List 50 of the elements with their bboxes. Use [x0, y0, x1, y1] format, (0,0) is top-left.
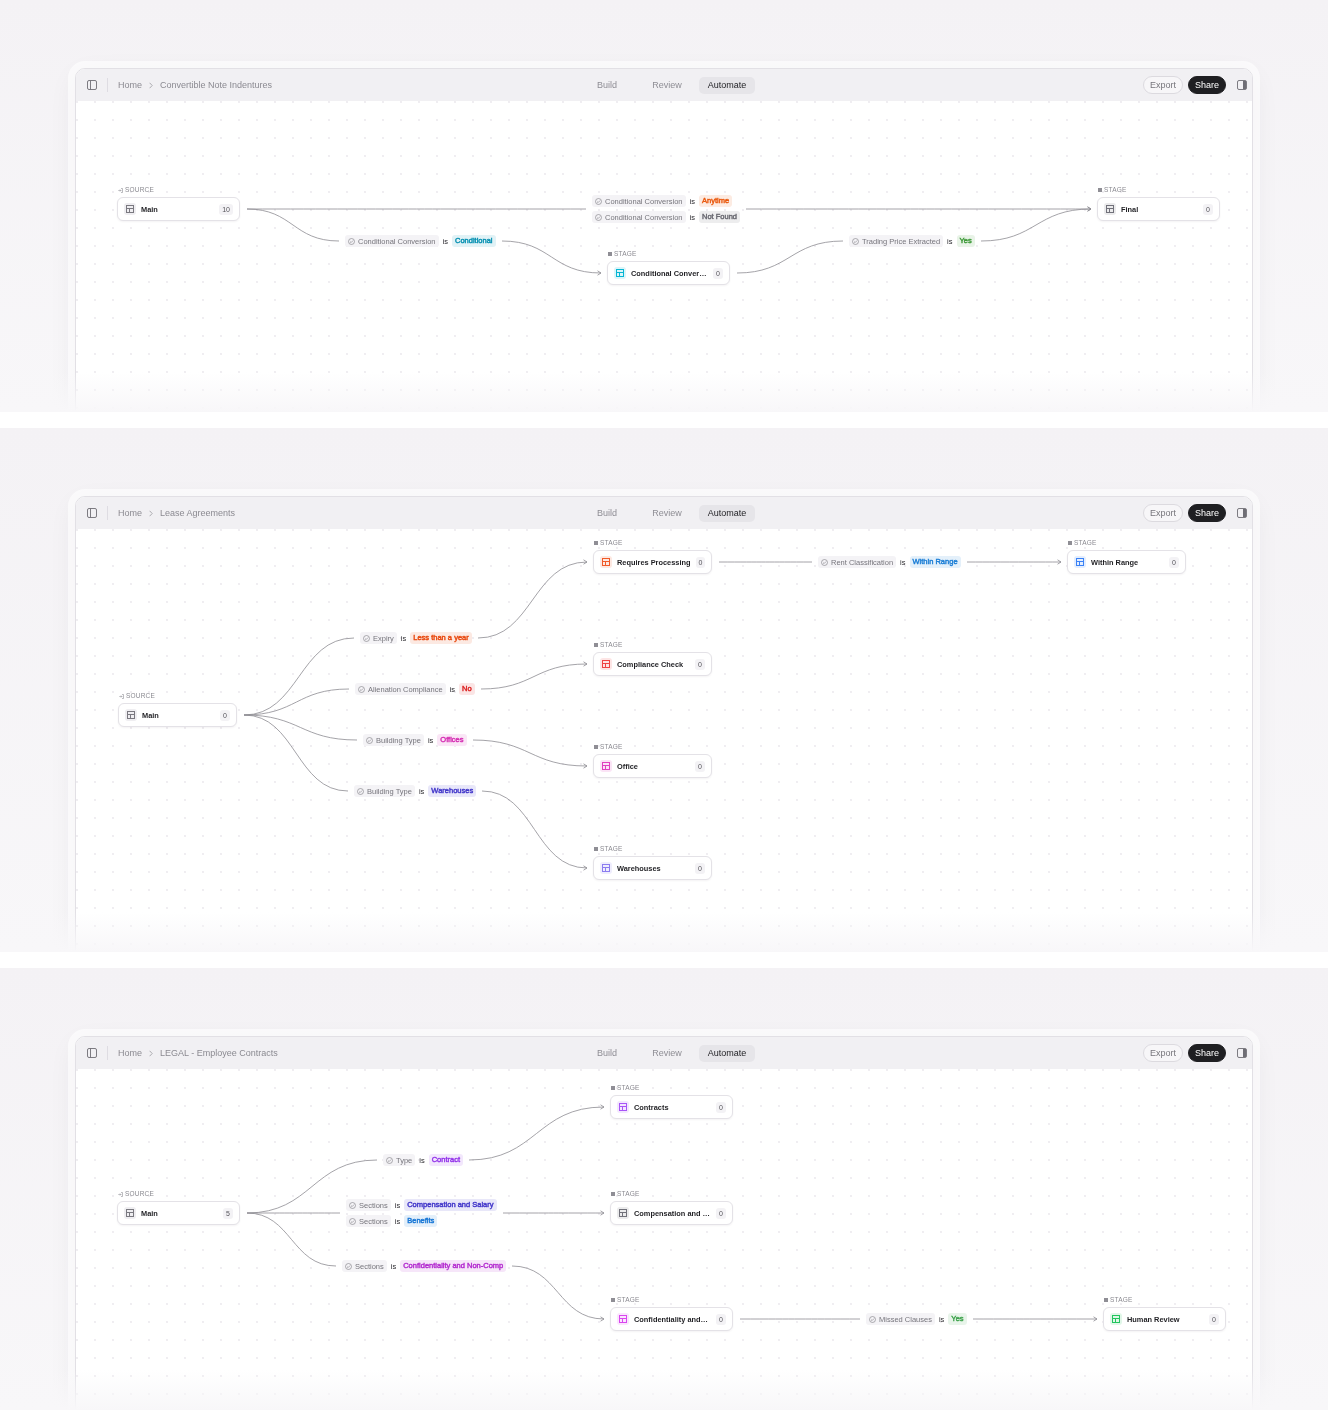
- tab[interactable]: Review: [639, 76, 695, 94]
- tab[interactable]: Automate: [699, 1044, 755, 1062]
- breadcrumb-link[interactable]: Home: [118, 80, 142, 90]
- tab[interactable]: Automate: [699, 504, 755, 522]
- enter-icon: [119, 693, 124, 699]
- export-button[interactable]: Export: [1142, 1044, 1183, 1062]
- enter-icon: [118, 1191, 123, 1197]
- chevron-right-icon: [149, 509, 153, 517]
- breadcrumb-link[interactable]: Home: [118, 1048, 142, 1058]
- check-circle-icon: [852, 237, 859, 245]
- table-icon: [124, 1207, 136, 1219]
- share-button[interactable]: Share: [1187, 76, 1226, 94]
- tab[interactable]: Review: [639, 1044, 695, 1062]
- tab[interactable]: Build: [579, 504, 635, 522]
- check-circle-icon: [595, 213, 602, 221]
- sidebar-toggle-icon[interactable]: [87, 1048, 97, 1058]
- sidebar-toggle-icon[interactable]: [87, 80, 97, 90]
- check-circle-icon: [345, 1262, 352, 1270]
- sidebar-toggle-icon[interactable]: [87, 508, 97, 518]
- tab[interactable]: Automate: [699, 76, 755, 94]
- export-button[interactable]: Export: [1142, 76, 1183, 94]
- check-circle-icon: [349, 1201, 356, 1209]
- check-circle-icon: [869, 1315, 876, 1323]
- check-circle-icon: [349, 1217, 356, 1225]
- breadcrumb-current: Lease Agreements: [160, 508, 236, 518]
- share-button[interactable]: Share: [1187, 504, 1226, 522]
- check-circle-icon: [363, 634, 370, 642]
- check-circle-icon: [821, 558, 828, 566]
- export-button[interactable]: Export: [1142, 504, 1183, 522]
- sidebar-right-icon[interactable]: [1237, 80, 1247, 90]
- share-button[interactable]: Share: [1187, 1044, 1226, 1062]
- breadcrumb-link[interactable]: Home: [118, 508, 142, 518]
- tab[interactable]: Build: [579, 1044, 635, 1062]
- sidebar-right-icon[interactable]: [1237, 508, 1247, 518]
- check-circle-icon: [358, 685, 365, 693]
- check-circle-icon: [366, 736, 373, 744]
- table-icon: [125, 709, 137, 721]
- tab[interactable]: Build: [579, 76, 635, 94]
- check-circle-icon: [386, 1156, 393, 1164]
- check-circle-icon: [348, 237, 355, 245]
- tab[interactable]: Review: [639, 504, 695, 522]
- sidebar-right-icon[interactable]: [1237, 1048, 1247, 1058]
- breadcrumb-current: Convertible Note Indentures: [160, 80, 273, 90]
- check-circle-icon: [357, 787, 364, 795]
- enter-icon: [118, 187, 123, 193]
- chevron-right-icon: [149, 81, 153, 89]
- check-circle-icon: [595, 197, 602, 205]
- breadcrumb-current: LEGAL - Employee Contracts: [160, 1048, 278, 1058]
- chevron-right-icon: [149, 1049, 153, 1057]
- table-icon: [124, 203, 136, 215]
